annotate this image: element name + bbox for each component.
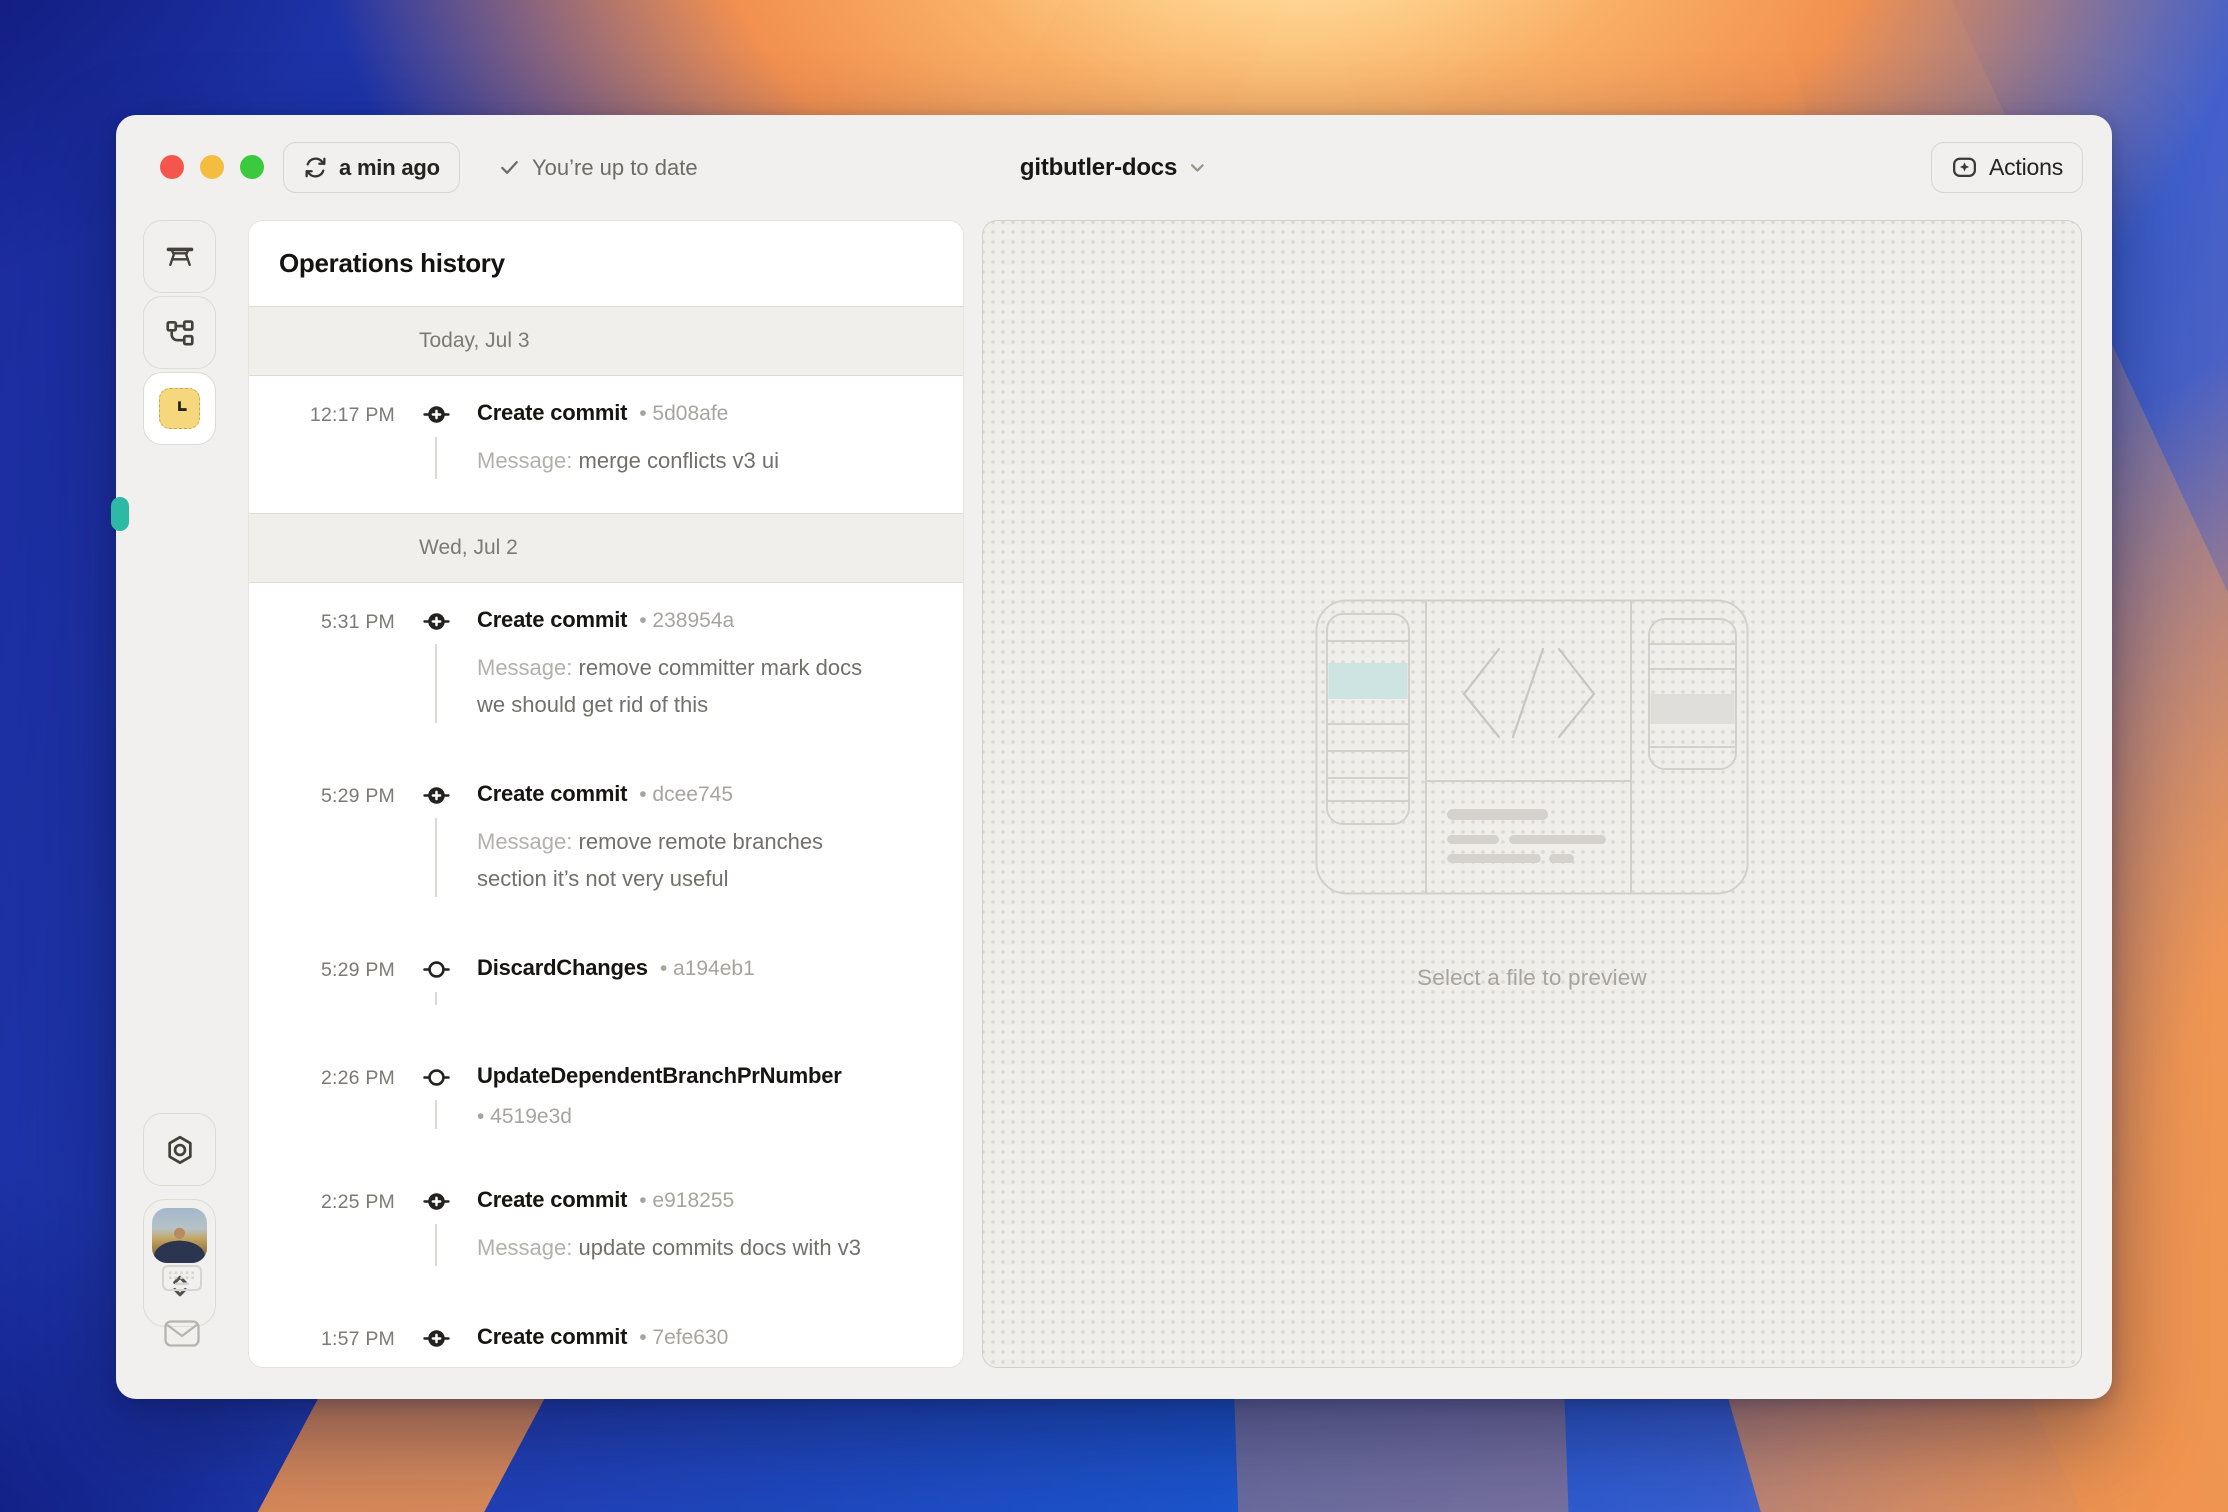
commit-message: Message: remove remote branches section … xyxy=(477,829,824,891)
close-button[interactable] xyxy=(160,155,184,179)
entry-time: 2:25 PM xyxy=(320,1191,395,1213)
file-preview-panel: Select a file to preview xyxy=(982,220,2082,1368)
commit-filled-icon xyxy=(422,1325,450,1352)
empty-preview-illustration xyxy=(1315,599,1749,895)
entry-time: 5:31 PM xyxy=(320,611,395,633)
status-text: You’re up to date xyxy=(532,154,698,180)
commit-message: Message: merge conflicts v3 ui xyxy=(477,448,780,473)
operation-name: DiscardChanges xyxy=(477,955,648,980)
branch-graph-icon xyxy=(164,317,196,349)
desktop-wallpaper: a min ago You’re up to date gitbutler-do… xyxy=(0,0,2228,1512)
commit-hash: • dcee745 xyxy=(639,783,733,806)
operations-history-panel: Operations history Today, Jul 3 12:17 PM C… xyxy=(248,220,964,1368)
operation-name: Create commit xyxy=(477,400,628,425)
commit-hash: • a194eb1 xyxy=(659,957,755,980)
preview-placeholder-text: Select a file to preview xyxy=(1417,965,1647,990)
commit-hash: • 5d08afe xyxy=(639,402,729,425)
commit-message: Message: update commits docs with v3 xyxy=(477,1235,861,1260)
sync-button-label: a min ago xyxy=(339,154,440,180)
entry-connector-line xyxy=(435,992,437,1005)
zoom-button[interactable] xyxy=(240,155,264,179)
sidebar-item-workbench[interactable] xyxy=(143,220,216,293)
history-entry[interactable]: 5:29 PM DiscardChanges • a194eb1 xyxy=(249,931,963,1039)
commit-hash: • 7efe630 xyxy=(639,1326,729,1349)
commit-filled-icon xyxy=(422,401,450,428)
commit-outline-icon xyxy=(422,956,450,983)
entry-connector-line xyxy=(435,1100,437,1129)
gitbutler-window: a min ago You’re up to date gitbutler-do… xyxy=(111,115,2112,1399)
history-entry[interactable]: 2:25 PM Create commit • e918255 Message: up… xyxy=(249,1163,963,1300)
clock-icon xyxy=(159,388,200,429)
feedback-mail-button[interactable] xyxy=(163,1318,201,1349)
check-icon xyxy=(498,156,521,179)
gear-icon xyxy=(164,1134,196,1166)
operations-list: Today, Jul 3 12:17 PM Create commit • 5d08a… xyxy=(249,306,963,1367)
entry-time: 1:57 PM xyxy=(320,1328,395,1350)
entry-time: 5:29 PM xyxy=(320,959,395,981)
commit-filled-icon xyxy=(422,782,450,809)
entry-connector-line xyxy=(435,437,437,479)
commit-filled-icon xyxy=(422,1188,450,1215)
commit-hash: • 4519e3d xyxy=(477,1105,572,1128)
history-entry[interactable]: 5:29 PM Create commit • dcee745 Message: re… xyxy=(249,757,963,931)
operation-name: Create commit xyxy=(477,1187,628,1212)
sync-button[interactable]: a min ago xyxy=(283,142,460,193)
actions-button[interactable]: Actions xyxy=(1930,142,2083,193)
traffic-lights xyxy=(160,155,264,179)
project-switcher[interactable]: gitbutler-docs xyxy=(1020,142,1208,193)
sidebar-item-history[interactable] xyxy=(143,372,216,445)
entry-connector-line xyxy=(435,1224,437,1266)
chevron-down-icon xyxy=(1187,157,1208,178)
keyboard-shortcuts-button[interactable] xyxy=(161,1263,203,1293)
actions-button-label: Actions xyxy=(1988,154,2063,180)
entry-time: 5:29 PM xyxy=(320,785,395,807)
commit-hash: • 238954a xyxy=(639,609,735,632)
minimize-button[interactable] xyxy=(200,155,224,179)
topbar: a min ago You’re up to date gitbutler-do… xyxy=(116,115,2112,220)
commit-message: Message: remove committer mark docs we s… xyxy=(477,655,863,717)
entry-time: 2:26 PM xyxy=(320,1067,395,1089)
history-entry[interactable]: 5:31 PM Create commit • 238954a Message: re… xyxy=(249,583,963,757)
active-project-indicator xyxy=(111,497,129,531)
entry-time: 12:17 PM xyxy=(309,404,395,426)
operation-name: Create commit xyxy=(477,781,628,806)
commit-hash: • e918255 xyxy=(639,1189,735,1212)
avatar xyxy=(152,1208,207,1263)
operation-name: Create commit xyxy=(477,1324,628,1349)
commit-filled-icon xyxy=(422,608,450,635)
history-entry[interactable]: 12:17 PM Create commit • 5d08afe Message: m… xyxy=(249,376,963,513)
sidebar xyxy=(111,220,248,1399)
project-title: gitbutler-docs xyxy=(1019,153,1178,181)
operation-name: UpdateDependentBranchPrNumber xyxy=(477,1063,842,1088)
commit-outline-icon xyxy=(422,1064,450,1091)
entry-connector-line xyxy=(435,644,437,723)
sync-icon xyxy=(303,155,328,180)
sidebar-item-settings[interactable] xyxy=(143,1113,216,1186)
panel-title: Operations history xyxy=(279,248,505,278)
sync-status: You’re up to date xyxy=(498,142,698,193)
date-header: Wed, Jul 2 xyxy=(249,513,963,583)
history-entry[interactable]: 2:26 PM UpdateDependentBranchPrNumber • 45… xyxy=(249,1039,963,1163)
history-entry[interactable]: 1:57 PM Create commit • 7efe630 xyxy=(249,1300,963,1367)
operation-name: Create commit xyxy=(477,607,628,632)
entry-connector-line xyxy=(435,818,437,897)
sparkle-card-icon xyxy=(1951,154,1978,181)
sidebar-item-branches[interactable] xyxy=(143,296,216,369)
date-header: Today, Jul 3 xyxy=(249,306,963,376)
workbench-table-icon xyxy=(163,240,197,274)
